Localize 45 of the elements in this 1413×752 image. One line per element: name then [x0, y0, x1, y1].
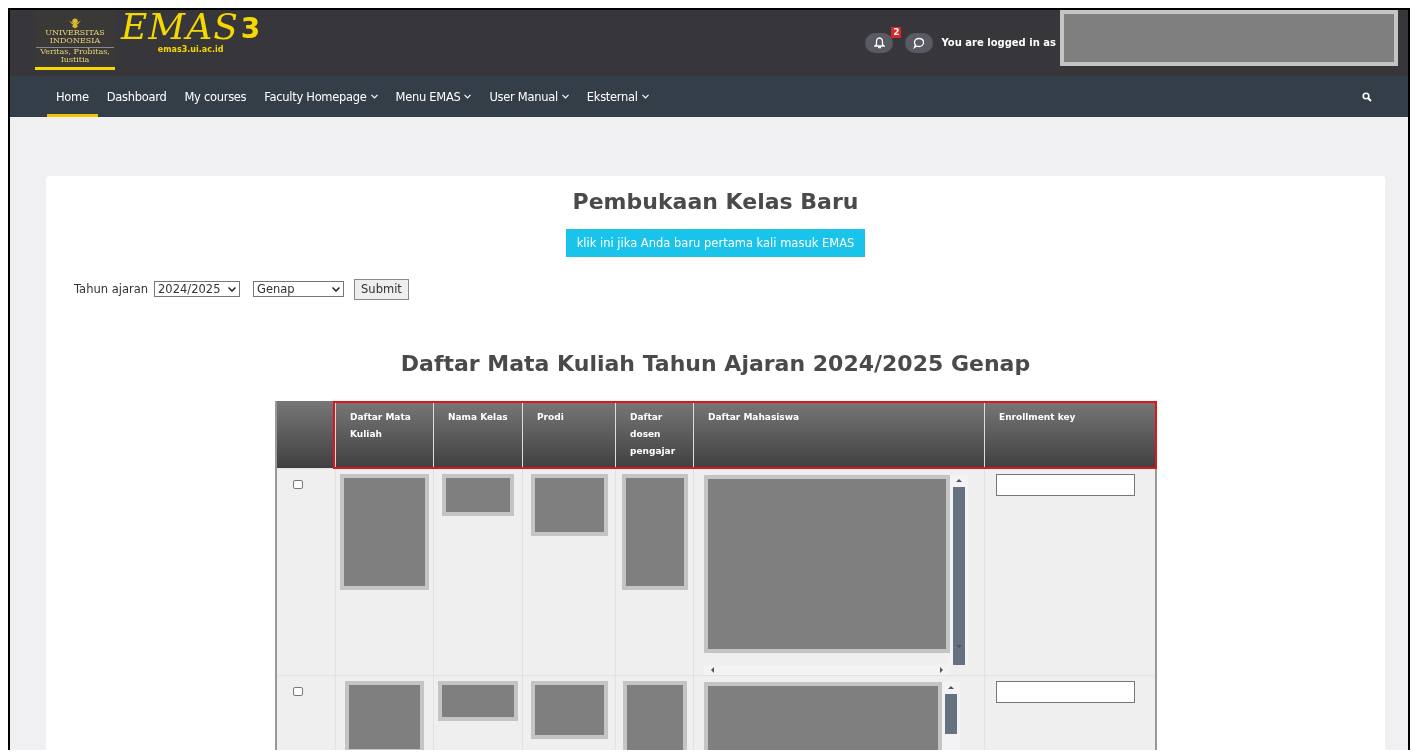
login-status-text: You are logged in as — [941, 37, 1056, 48]
notification-button[interactable] — [865, 32, 894, 53]
header-cell — [275, 400, 336, 469]
nav-link[interactable]: Home — [47, 76, 98, 117]
column-header: Daftar Mahasiswa — [693, 400, 985, 469]
chevron-down-icon — [561, 94, 569, 99]
column-header: Daftar dosen pengajar — [615, 400, 694, 469]
row-checkbox[interactable] — [292, 687, 303, 696]
redacted-block — [622, 681, 687, 750]
nav-link[interactable]: Eksternal — [577, 76, 658, 117]
column-header: Enrollment key — [984, 400, 1156, 469]
section-title: Daftar Mata Kuliah Tahun Ajaran 2024/2025 Genap — [400, 349, 1031, 378]
nav-link[interactable]: Menu EMAS — [386, 76, 481, 117]
chevron-down-icon — [641, 94, 649, 99]
column-header: Daftar Mata Kuliah — [335, 400, 434, 469]
bell-icon — [874, 36, 885, 49]
nav-link[interactable]: Faculty Homepage — [255, 76, 387, 117]
chevron-down-icon — [228, 286, 237, 292]
nav-link[interactable]: My courses — [175, 76, 256, 117]
messages-button[interactable] — [905, 32, 934, 53]
speech-bubble-icon — [913, 36, 926, 49]
nav-link[interactable]: User Manual — [480, 76, 578, 117]
page-title: Pembukaan Kelas Baru — [572, 188, 859, 216]
redacted-block — [442, 474, 514, 516]
nav-link[interactable]: Dashboard — [97, 76, 176, 117]
row-checkbox[interactable] — [292, 480, 303, 489]
chevron-down-icon — [464, 94, 472, 99]
year-dropdown[interactable]: 2024/2025 — [154, 281, 241, 297]
search-icon[interactable] — [1362, 91, 1372, 102]
column-header: Nama Kelas — [433, 400, 523, 469]
emblem-caption: UNIVERSITAS INDONESIA — [44, 29, 106, 45]
enrollment-key-field[interactable] — [996, 474, 1135, 496]
enrollment-key-field[interactable] — [996, 681, 1135, 703]
emblem-motto: Veritas, Probitas, Iustitia — [36, 47, 114, 64]
logo-text: EMAS — [121, 10, 239, 44]
logo-url: emas3.ui.ac.id — [157, 45, 224, 54]
chevron-down-icon — [332, 286, 341, 292]
logo-number: 3 — [240, 14, 261, 44]
column-header: Prodi — [522, 400, 616, 469]
notification-badge: 2 — [891, 26, 902, 38]
chevron-down-icon — [370, 94, 378, 99]
submit-button[interactable]: Submit — [354, 278, 409, 300]
filter-label: Tahun ajaran — [74, 282, 149, 296]
semester-dropdown[interactable]: Genap — [253, 281, 345, 297]
emblem-icon — [67, 18, 83, 29]
